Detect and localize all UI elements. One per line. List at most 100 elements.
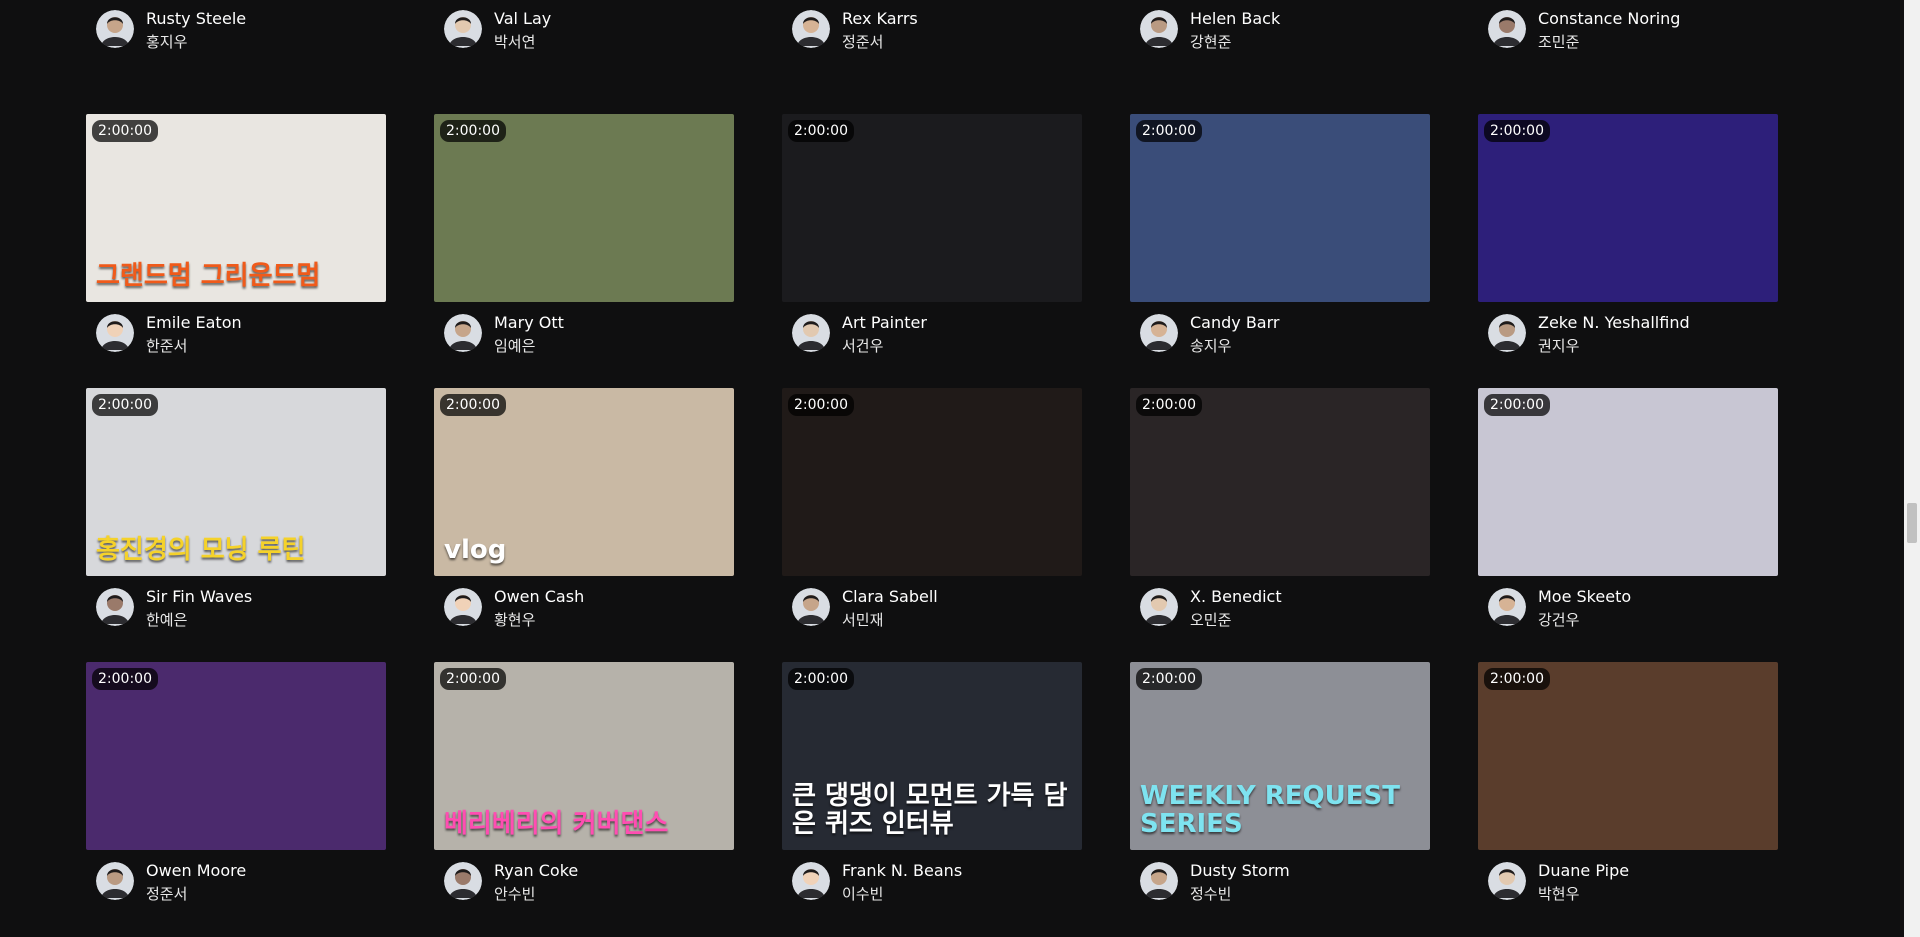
creator-name: 정준서 bbox=[842, 33, 884, 51]
channel-name[interactable]: Val Lay bbox=[494, 8, 551, 30]
video-card[interactable]: 2:00:00 Zeke N. Yeshallfind 권지우 bbox=[1478, 114, 1778, 378]
channel-name[interactable]: Helen Back bbox=[1190, 8, 1280, 30]
video-meta: Frank N. Beans 이수빈 bbox=[782, 850, 1082, 926]
duration-badge: 2:00:00 bbox=[92, 394, 158, 416]
video-thumbnail[interactable]: WEEKLY REQUEST SERIES 2:00:00 bbox=[1130, 662, 1430, 850]
video-card[interactable]: 그랜드멈 그리운드멈 2:00:00 Emile Eaton 한준서 bbox=[86, 114, 386, 378]
video-meta: Owen Moore 정준서 bbox=[86, 850, 386, 926]
channel-name[interactable]: Art Painter bbox=[842, 312, 927, 334]
video-card[interactable]: 2:00:00 Clara Sabell 서민재 bbox=[782, 388, 1082, 652]
avatar[interactable] bbox=[792, 314, 830, 352]
avatar[interactable] bbox=[96, 588, 134, 626]
video-thumbnail[interactable]: 2:00:00 bbox=[782, 388, 1082, 576]
thumbnail-caption: 그랜드멈 그리운드멈 bbox=[96, 260, 321, 291]
creator-name: 강건우 bbox=[1538, 611, 1580, 629]
channel-name[interactable]: Sir Fin Waves bbox=[146, 586, 252, 608]
scrollbar[interactable] bbox=[1904, 0, 1920, 937]
channel-name[interactable]: Candy Barr bbox=[1190, 312, 1279, 334]
video-thumbnail[interactable]: 2:00:00 bbox=[434, 114, 734, 302]
creator-name: 황현우 bbox=[494, 611, 536, 629]
creator-name: 한예은 bbox=[146, 611, 188, 629]
video-thumbnail[interactable]: 2:00:00 bbox=[1130, 114, 1430, 302]
video-thumbnail[interactable]: 2:00:00 bbox=[1478, 388, 1778, 576]
video-thumbnail[interactable]: 2:00:00 bbox=[1478, 662, 1778, 850]
video-thumbnail[interactable]: 베리베리의 커버댄스 2:00:00 bbox=[434, 662, 734, 850]
video-thumbnail[interactable]: 2:00:00 bbox=[86, 662, 386, 850]
channel-name[interactable]: Mary Ott bbox=[494, 312, 564, 334]
video-card[interactable]: Rusty Steele 홍지우 bbox=[86, 0, 386, 74]
channel-name[interactable]: Ryan Coke bbox=[494, 860, 578, 882]
avatar[interactable] bbox=[1140, 588, 1178, 626]
avatar[interactable] bbox=[1140, 10, 1178, 48]
video-thumbnail[interactable]: 2:00:00 bbox=[1478, 114, 1778, 302]
duration-badge: 2:00:00 bbox=[1136, 668, 1202, 690]
avatar[interactable] bbox=[1488, 862, 1526, 900]
video-card[interactable]: Constance Noring 조민준 bbox=[1478, 0, 1778, 74]
video-card[interactable]: Val Lay 박서연 bbox=[434, 0, 734, 74]
channel-name[interactable]: Rex Karrs bbox=[842, 8, 918, 30]
avatar[interactable] bbox=[792, 10, 830, 48]
avatar[interactable] bbox=[96, 862, 134, 900]
channel-name[interactable]: Zeke N. Yeshallfind bbox=[1538, 312, 1690, 334]
video-card[interactable]: 큰 댕댕이 모먼트 가득 담은 퀴즈 인터뷰 2:00:00 Frank N. Be… bbox=[782, 662, 1082, 926]
avatar[interactable] bbox=[1488, 314, 1526, 352]
avatar[interactable] bbox=[96, 314, 134, 352]
video-card[interactable]: Helen Back 강현준 bbox=[1130, 0, 1430, 74]
video-card[interactable]: 2:00:00 Mary Ott 임예은 bbox=[434, 114, 734, 378]
video-meta: Dusty Storm 정수빈 bbox=[1130, 850, 1430, 926]
channel-name[interactable]: Owen Moore bbox=[146, 860, 246, 882]
avatar[interactable] bbox=[1488, 588, 1526, 626]
channel-name[interactable]: Moe Skeeto bbox=[1538, 586, 1631, 608]
video-card[interactable]: vlog 2:00:00 Owen Cash 황현우 bbox=[434, 388, 734, 652]
video-row: 2:00:00 Owen Moore 정준서 베리베리의 커버댄스 2:00:00 Rya… bbox=[86, 662, 1826, 926]
video-card[interactable]: 2:00:00 Moe Skeeto 강건우 bbox=[1478, 388, 1778, 652]
channel-name[interactable]: Dusty Storm bbox=[1190, 860, 1290, 882]
channel-name[interactable]: Clara Sabell bbox=[842, 586, 938, 608]
video-card[interactable]: 2:00:00 Duane Pipe 박현우 bbox=[1478, 662, 1778, 926]
channel-name[interactable]: Emile Eaton bbox=[146, 312, 242, 334]
avatar[interactable] bbox=[792, 588, 830, 626]
channel-name[interactable]: Duane Pipe bbox=[1538, 860, 1629, 882]
video-card[interactable]: WEEKLY REQUEST SERIES 2:00:00 Dusty Storm 정… bbox=[1130, 662, 1430, 926]
duration-badge: 2:00:00 bbox=[440, 120, 506, 142]
avatar[interactable] bbox=[96, 10, 134, 48]
video-thumbnail[interactable]: 홍진경의 모닝 루틴 2:00:00 bbox=[86, 388, 386, 576]
video-meta: Rusty Steele 홍지우 bbox=[86, 0, 386, 74]
video-thumbnail[interactable]: 큰 댕댕이 모먼트 가득 담은 퀴즈 인터뷰 2:00:00 bbox=[782, 662, 1082, 850]
avatar[interactable] bbox=[444, 588, 482, 626]
avatar[interactable] bbox=[1488, 10, 1526, 48]
video-thumbnail[interactable]: vlog 2:00:00 bbox=[434, 388, 734, 576]
channel-name[interactable]: Constance Noring bbox=[1538, 8, 1680, 30]
video-card[interactable]: 엄나경의 일간나Rex Karrs정준서 bbox=[782, 0, 1082, 74]
avatar[interactable] bbox=[1140, 314, 1178, 352]
video-thumbnail[interactable]: 2:00:00 bbox=[782, 114, 1082, 302]
video-card[interactable]: 2:00:00 X. Benedict 오민준 bbox=[1130, 388, 1430, 652]
channel-name[interactable]: Rusty Steele bbox=[146, 8, 246, 30]
video-thumbnail[interactable]: 그랜드멈 그리운드멈 2:00:00 bbox=[86, 114, 386, 302]
avatar[interactable] bbox=[444, 314, 482, 352]
channel-name[interactable]: Owen Cash bbox=[494, 586, 584, 608]
creator-name: 서민재 bbox=[842, 611, 884, 629]
video-card[interactable]: 2:00:00 Art Painter 서건우 bbox=[782, 114, 1082, 378]
creator-name: 권지우 bbox=[1538, 337, 1580, 355]
thumbnail-caption: 큰 댕댕이 모먼트 가득 담은 퀴즈 인터뷰 bbox=[792, 781, 1068, 839]
video-card[interactable]: 2:00:00 Owen Moore 정준서 bbox=[86, 662, 386, 926]
creator-name: 송지우 bbox=[1190, 337, 1232, 355]
video-meta: Helen Back 강현준 bbox=[1130, 0, 1430, 74]
duration-badge: 2:00:00 bbox=[440, 668, 506, 690]
video-card[interactable]: 2:00:00 Candy Barr 송지우 bbox=[1130, 114, 1430, 378]
avatar[interactable] bbox=[1140, 862, 1178, 900]
creator-name: 이수빈 bbox=[842, 885, 884, 903]
duration-badge: 2:00:00 bbox=[1484, 120, 1550, 142]
video-card[interactable]: 홍진경의 모닝 루틴 2:00:00 Sir Fin Waves 한예은 bbox=[86, 388, 386, 652]
video-meta: Rex Karrs 정준서 bbox=[782, 0, 1082, 74]
avatar[interactable] bbox=[792, 862, 830, 900]
avatar[interactable] bbox=[444, 862, 482, 900]
scrollbar-thumb[interactable] bbox=[1907, 503, 1917, 543]
video-meta: Zeke N. Yeshallfind 권지우 bbox=[1478, 302, 1778, 378]
avatar[interactable] bbox=[444, 10, 482, 48]
channel-name[interactable]: X. Benedict bbox=[1190, 586, 1282, 608]
video-thumbnail[interactable]: 2:00:00 bbox=[1130, 388, 1430, 576]
channel-name[interactable]: Frank N. Beans bbox=[842, 860, 962, 882]
video-card[interactable]: 베리베리의 커버댄스 2:00:00 Ryan Coke 안수빈 bbox=[434, 662, 734, 926]
